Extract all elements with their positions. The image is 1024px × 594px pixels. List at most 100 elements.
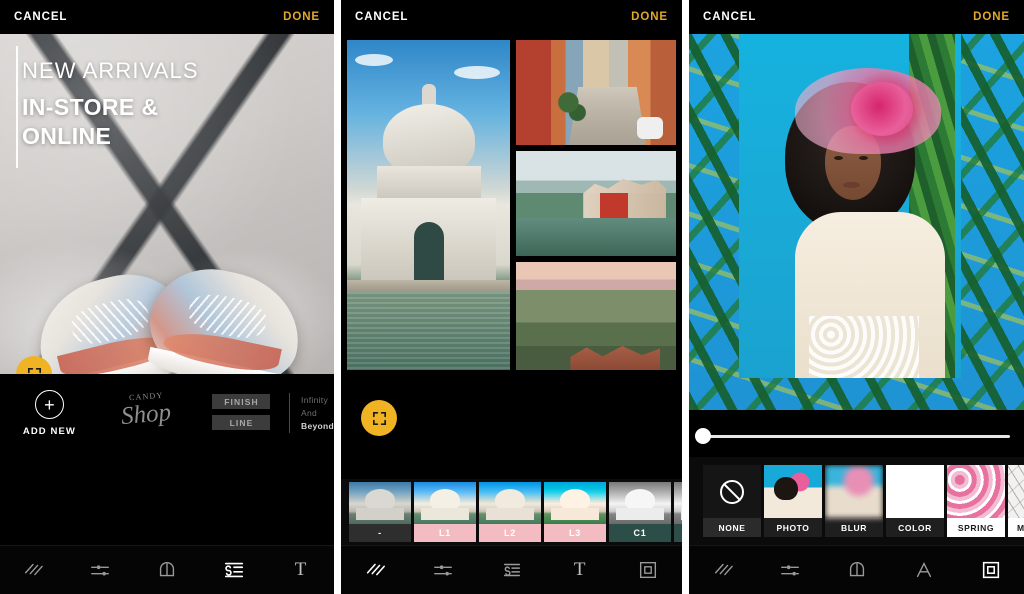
panel-background-editor: CANCEL DONE NONE PHOTO BLUR COLOR SPRING… — [689, 0, 1024, 594]
preset-infinity-and-beyond[interactable]: Infinity And Beyond — [289, 390, 334, 434]
no-background-icon — [720, 479, 744, 504]
filter-item[interactable]: L1 — [414, 482, 476, 542]
sliders-icon — [91, 565, 110, 576]
collage-tile-coast[interactable] — [516, 151, 676, 256]
preset-chip-line[interactable]: LINE — [212, 415, 271, 430]
filter-item[interactable]: L2 — [479, 482, 541, 542]
portrait-mask-icon — [849, 561, 864, 577]
portrait-photo[interactable] — [739, 34, 961, 378]
text-style-icon — [503, 563, 520, 577]
overlay-line-2b: ONLINE — [22, 123, 112, 150]
collage-tile-basilica[interactable] — [347, 40, 510, 370]
panel-text-overlay-editor: CANCEL DONE NEW ARRIVALS IN-STORE & ONLI… — [0, 0, 334, 594]
filter-item[interactable]: L3 — [544, 482, 606, 542]
filter-strip[interactable]: - L1 L2 L3 C1 C2 — [341, 479, 682, 545]
cancel-button[interactable]: CANCEL — [355, 11, 408, 23]
nav-filters[interactable] — [341, 546, 409, 594]
collage-tile-valley[interactable] — [516, 262, 676, 370]
sliders-icon — [780, 565, 799, 576]
nav-frame[interactable] — [957, 546, 1024, 594]
nav-mask[interactable] — [823, 546, 890, 594]
background-option-marble[interactable]: MARBLE — [1008, 465, 1024, 537]
portrait-mask-icon — [159, 561, 175, 577]
cancel-button[interactable]: CANCEL — [703, 11, 756, 23]
nav-text[interactable] — [890, 546, 957, 594]
preset-infinity-line-3: Beyond — [301, 421, 334, 432]
add-new-label: ADD NEW — [22, 426, 76, 437]
slider-track[interactable] — [695, 428, 1010, 444]
expand-icon — [372, 411, 386, 425]
panel2-header: CANCEL DONE — [341, 0, 682, 34]
nav-adjust[interactable] — [756, 546, 823, 594]
collage-tile-alley[interactable] — [516, 40, 676, 145]
nav-adjust[interactable] — [409, 546, 477, 594]
preset-candy-script-text: Shop — [120, 398, 173, 431]
filter-label: L3 — [544, 524, 606, 542]
diagonal-slashes-icon — [714, 563, 733, 576]
frame-square-icon — [982, 561, 999, 579]
nav-frame[interactable] — [614, 546, 682, 594]
slider-handle[interactable] — [695, 428, 711, 444]
preset-finish-line[interactable]: FINISH LINE — [194, 390, 289, 430]
background-option-color[interactable]: COLOR — [886, 465, 944, 537]
filter-item[interactable]: - — [349, 482, 411, 542]
background-option-photo[interactable]: PHOTO — [764, 465, 822, 537]
panel2-bottom-nav: T — [341, 545, 682, 594]
cancel-button[interactable]: CANCEL — [14, 11, 67, 23]
panel1-canvas[interactable]: NEW ARRIVALS IN-STORE & ONLINE — [0, 34, 334, 374]
background-option-spring[interactable]: SPRING — [947, 465, 1005, 537]
preset-infinity-line-2: And — [301, 408, 318, 419]
preset-infinity-line-1: Infinity — [301, 395, 328, 405]
background-option-none[interactable]: NONE — [703, 465, 761, 537]
diagonal-slashes-icon — [366, 563, 386, 576]
nav-text-style[interactable] — [477, 546, 545, 594]
text-style-icon — [224, 562, 243, 578]
panel2-canvas[interactable] — [341, 34, 682, 370]
filter-item[interactable]: C2 — [674, 482, 682, 542]
nav-mask[interactable] — [134, 546, 201, 594]
preset-candy-shop[interactable]: CANDY Shop — [99, 390, 194, 431]
background-blur-slider[interactable] — [689, 417, 1024, 455]
nav-text-style[interactable] — [200, 546, 267, 594]
background-label: MARBLE — [1008, 518, 1024, 537]
filter-label: L2 — [479, 524, 541, 542]
panel3-header: CANCEL DONE — [689, 0, 1024, 34]
background-label: SPRING — [947, 518, 1005, 537]
nav-adjust[interactable] — [67, 546, 134, 594]
panel1-bottom-nav: T — [0, 545, 334, 594]
done-button[interactable]: DONE — [973, 11, 1010, 23]
nav-filters[interactable] — [0, 546, 67, 594]
filter-label: C1 — [609, 524, 671, 542]
nav-text[interactable]: T — [546, 546, 614, 594]
expand-button[interactable] — [361, 400, 397, 436]
collage-grid — [347, 40, 676, 370]
background-label: PHOTO — [764, 518, 822, 537]
text-t-icon: T — [294, 559, 307, 580]
filter-item[interactable]: C1 — [609, 482, 671, 542]
done-button[interactable]: DONE — [283, 11, 320, 23]
preset-chip-finish[interactable]: FINISH — [212, 394, 271, 409]
panel-divider-1 — [334, 0, 341, 594]
frame-square-icon — [639, 561, 656, 579]
nav-filters[interactable] — [689, 546, 756, 594]
background-label: NONE — [703, 518, 761, 537]
background-options-strip[interactable]: NONE PHOTO BLUR COLOR SPRING MARBLE — [689, 457, 1024, 545]
add-new-button[interactable]: + ADD NEW — [0, 390, 99, 437]
overlay-text-block[interactable]: NEW ARRIVALS IN-STORE & ONLINE — [22, 58, 199, 152]
panel-divider-2 — [682, 0, 689, 594]
background-label: BLUR — [825, 518, 883, 537]
done-button[interactable]: DONE — [631, 11, 668, 23]
nav-text[interactable]: T — [267, 546, 334, 594]
screenshot-stage: CANCEL DONE NEW ARRIVALS IN-STORE & ONLI… — [0, 0, 1024, 594]
text-t-icon: T — [573, 559, 586, 580]
background-option-blur[interactable]: BLUR — [825, 465, 883, 537]
overlay-line-1: NEW ARRIVALS — [22, 58, 199, 83]
panel1-preset-tray[interactable]: + ADD NEW CANDY Shop FINISH LINE Infinit… — [0, 374, 334, 459]
filter-label: - — [349, 524, 411, 542]
filter-label: C2 — [674, 524, 682, 542]
filter-label: L1 — [414, 524, 476, 542]
panel3-canvas[interactable] — [689, 34, 1024, 410]
plus-circle-icon: + — [34, 390, 64, 419]
background-label: COLOR — [886, 518, 944, 537]
diagonal-slashes-icon — [25, 563, 44, 576]
